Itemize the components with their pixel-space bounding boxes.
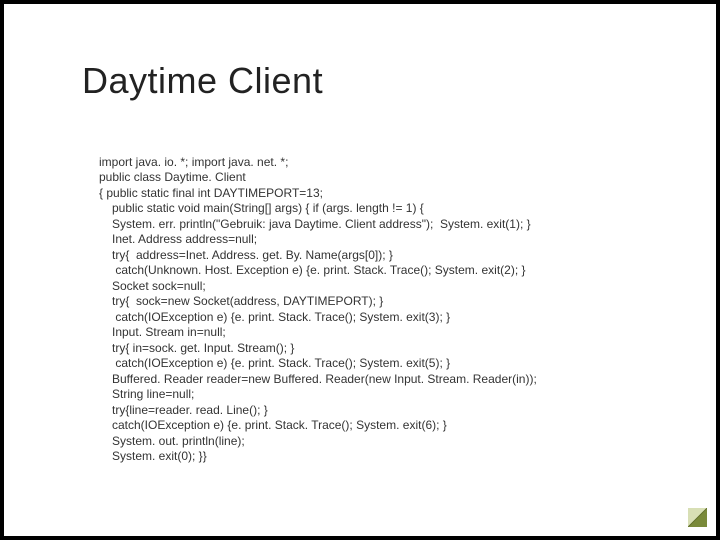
code-line: Buffered. Reader reader=new Buffered. Re… <box>112 372 537 386</box>
code-block: import java. io. *; import java. net. *;… <box>99 139 666 465</box>
slide: Daytime Client import java. io. *; impor… <box>4 4 716 536</box>
code-line: { public static final int DAYTIMEPORT=13… <box>99 186 323 200</box>
code-line: System. err. println("Gebruik: java Dayt… <box>112 217 531 231</box>
code-line: System. exit(0); }} <box>112 449 207 463</box>
code-line: try{ in=sock. get. Input. Stream(); } <box>112 341 294 355</box>
code-line: catch(IOException e) {e. print. Stack. T… <box>112 356 450 370</box>
corner-fold-icon <box>688 508 707 527</box>
code-line: import java. io. *; import java. net. *; <box>99 155 288 169</box>
code-line: Inet. Address address=null; <box>112 232 257 246</box>
code-line: public static void main(String[] args) {… <box>112 201 424 215</box>
code-line: try{ sock=new Socket(address, DAYTIMEPOR… <box>112 294 383 308</box>
code-line: Input. Stream in=null; <box>112 325 226 339</box>
code-line: catch(Unknown. Host. Exception e) {e. pr… <box>112 263 526 277</box>
code-line: public class Daytime. Client <box>99 170 246 184</box>
code-line: System. out. println(line); <box>112 434 245 448</box>
code-line: Socket sock=null; <box>112 279 206 293</box>
code-line: String line=null; <box>112 387 194 401</box>
code-line: catch(IOException e) {e. print. Stack. T… <box>112 310 450 324</box>
slide-title: Daytime Client <box>82 60 323 102</box>
code-line: catch(IOException e) {e. print. Stack. T… <box>112 418 447 432</box>
code-line: try{ address=Inet. Address. get. By. Nam… <box>112 248 393 262</box>
code-line: try{line=reader. read. Line(); } <box>112 403 268 417</box>
